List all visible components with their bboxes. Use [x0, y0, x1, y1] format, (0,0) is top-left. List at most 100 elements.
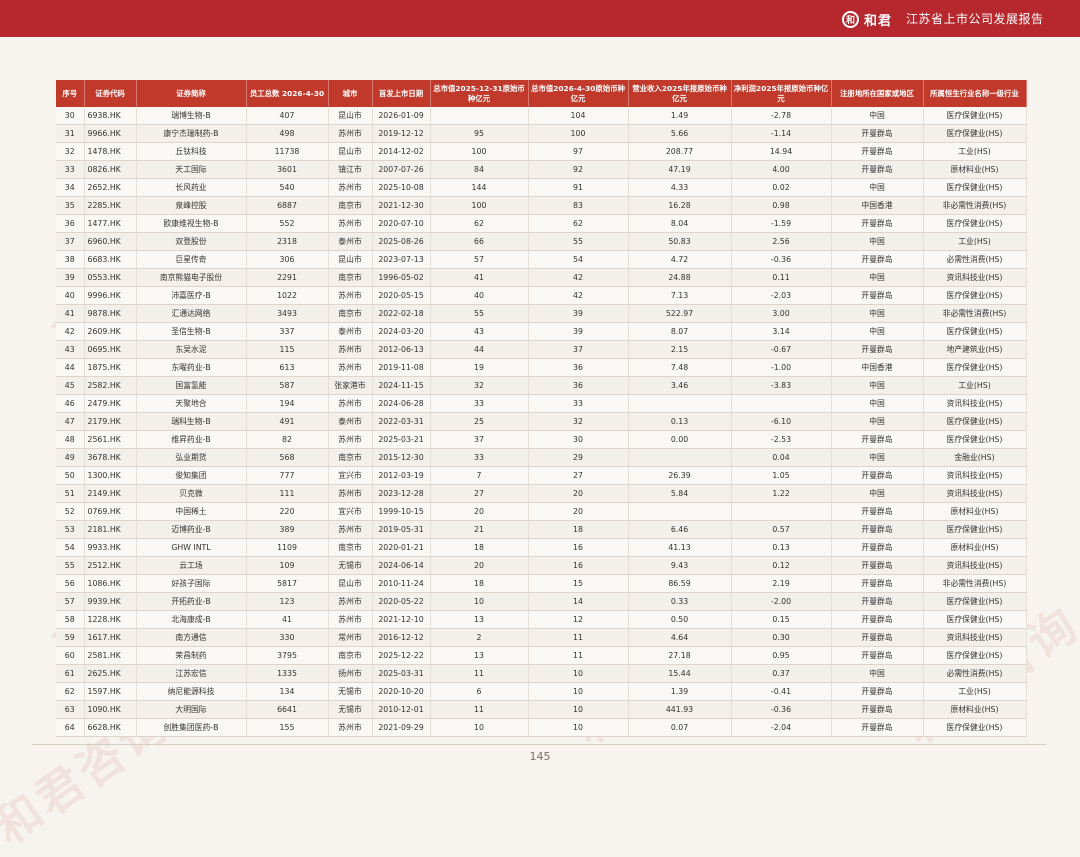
table-cell: 2025-10-08 — [372, 178, 431, 197]
table-cell: 97 — [528, 142, 629, 161]
table-cell: 11738 — [246, 142, 329, 161]
table-cell: 开曼群岛 — [831, 214, 924, 233]
table-row: 49 3678.HK 弘业期货 568 南京市 2015-12-30 33 29 0.04 中国金… — [56, 448, 1027, 467]
table-row: 32 1478.HK 丘钛科技 11738 昆山市 2014-12-02 100 97 208.… — [56, 142, 1027, 161]
table-cell: 144 — [430, 178, 529, 197]
table-cell: 33 — [56, 160, 85, 179]
table-cell: 61 — [56, 664, 85, 683]
table-cell: 2022-03-31 — [372, 412, 431, 431]
table-cell: 100 — [430, 196, 529, 215]
table-cell: 中国稀土 — [136, 502, 247, 521]
table-cell: 0.02 — [731, 178, 832, 197]
table-cell: 2022-02-18 — [372, 304, 431, 323]
table-cell: 6 — [430, 682, 529, 701]
table-cell: 2479.HK — [84, 394, 137, 413]
table-cell: 医疗保健业(HS) — [923, 592, 1027, 611]
table-cell: 昆山市 — [328, 250, 373, 269]
table-cell: 瑞科生物-B — [136, 412, 247, 431]
table-cell: 47.19 — [628, 160, 732, 179]
table-cell: 37 — [56, 232, 85, 251]
table-cell: 24.88 — [628, 268, 732, 287]
table-cell: 37 — [430, 430, 529, 449]
table-cell: 苏州市 — [328, 214, 373, 233]
table-cell: 43 — [56, 340, 85, 359]
table-row: 38 6683.HK 巨星传奇 306 昆山市 2023-07-13 57 54 4.72 -0.… — [56, 250, 1027, 269]
table-cell: 2021-12-30 — [372, 196, 431, 215]
table-cell: 俊知集团 — [136, 466, 247, 485]
table-cell: 5.84 — [628, 484, 732, 503]
table-cell: 100 — [430, 142, 529, 161]
table-cell: 389 — [246, 520, 329, 539]
table-cell: 522.97 — [628, 304, 732, 323]
table-cell: 11 — [528, 628, 629, 647]
table-cell: 60 — [56, 646, 85, 665]
table-cell: 2023-12-28 — [372, 484, 431, 503]
table-cell: 医疗保健业(HS) — [923, 520, 1027, 539]
table-row: 50 1300.HK 俊知集团 777 宜兴市 2012-03-19 7 27 26.39 1.0… — [56, 466, 1027, 485]
table-cell: 33 — [430, 448, 529, 467]
table-cell: 56 — [56, 574, 85, 593]
table-cell: -0.67 — [731, 340, 832, 359]
table-cell: 宜兴市 — [328, 502, 373, 521]
table-cell: 54 — [56, 538, 85, 557]
table-cell: 非必需性消费(HS) — [923, 304, 1027, 323]
table-cell: 双登股份 — [136, 232, 247, 251]
table-cell: 64 — [56, 718, 85, 737]
table-cell: 2582.HK — [84, 376, 137, 395]
table-cell: 苏州市 — [328, 610, 373, 629]
table-cell: 中国 — [831, 664, 924, 683]
table-row: 39 0553.HK 南京熊猫电子股份 2291 南京市 1996-05-02 41 42 24… — [56, 268, 1027, 287]
table-cell: 20 — [430, 556, 529, 575]
table-cell: 95 — [430, 124, 529, 143]
column-header: 总市值2026-4-30原始币种亿元 — [528, 80, 629, 107]
table-cell: 10 — [528, 700, 629, 719]
table-cell: 8.04 — [628, 214, 732, 233]
table-cell: 1086.HK — [84, 574, 137, 593]
table-cell: 10 — [528, 718, 629, 737]
table-cell: 54 — [528, 250, 629, 269]
table-cell: 开曼群岛 — [831, 538, 924, 557]
table-cell: 必需性消费(HS) — [923, 250, 1027, 269]
table-cell: 医疗保健业(HS) — [923, 412, 1027, 431]
table-cell: 123 — [246, 592, 329, 611]
table-cell: 16 — [528, 556, 629, 575]
table-cell: 2179.HK — [84, 412, 137, 431]
table-cell: 2007-07-26 — [372, 160, 431, 179]
table-cell: 50.83 — [628, 232, 732, 251]
table-cell: 55 — [56, 556, 85, 575]
table-cell: -2.03 — [731, 286, 832, 305]
table-cell: 南京市 — [328, 196, 373, 215]
table-cell: 工业(HS) — [923, 682, 1027, 701]
table-cell: 医疗保健业(HS) — [923, 322, 1027, 341]
table-cell: 2019-12-12 — [372, 124, 431, 143]
table-cell: 2019-11-08 — [372, 358, 431, 377]
table-cell: 1.39 — [628, 682, 732, 701]
table-cell: 337 — [246, 322, 329, 341]
company-table-container: 序号 证券代码 证券简称 员工总数 2026-4-30 城市 首发上市日期 总市值2025-… — [56, 80, 1027, 737]
header-bar: 和 和君 江苏省上市公司发展报告 — [0, 0, 1080, 37]
table-cell: 0553.HK — [84, 268, 137, 287]
table-cell: 2015-12-30 — [372, 448, 431, 467]
table-cell: 45 — [56, 376, 85, 395]
table-cell: 36 — [56, 214, 85, 233]
table-cell: 83 — [528, 196, 629, 215]
table-cell: 6887 — [246, 196, 329, 215]
table-cell: 3.00 — [731, 304, 832, 323]
table-cell: 1109 — [246, 538, 329, 557]
table-row: 40 9996.HK 沛嘉医疗-B 1022 苏州市 2020-05-15 40 42 7.13… — [56, 286, 1027, 305]
table-cell: 2025-03-21 — [372, 430, 431, 449]
company-table: 序号 证券代码 证券简称 员工总数 2026-4-30 城市 首发上市日期 总市值2025-… — [56, 80, 1027, 737]
table-cell — [430, 107, 529, 125]
table-cell: 2 — [430, 628, 529, 647]
table-cell: 11 — [430, 664, 529, 683]
table-cell: 地产建筑业(HS) — [923, 340, 1027, 359]
table-cell: 2581.HK — [84, 646, 137, 665]
table-cell: 2010-12-01 — [372, 700, 431, 719]
column-header: 所属恒生行业名称一级行业 — [923, 80, 1027, 107]
table-row: 56 1086.HK 好孩子国际 5817 昆山市 2010-11-24 18 15 86.59… — [56, 574, 1027, 593]
column-header: 总市值2025-12-31原始币种亿元 — [430, 80, 529, 107]
table-cell: 2291 — [246, 268, 329, 287]
table-cell: 4.33 — [628, 178, 732, 197]
table-row: 58 1228.HK 北海康成-B 41 苏州市 2021-12-10 13 12 0.50 0.… — [56, 610, 1027, 629]
table-row: 45 2582.HK 国富氢能 587 张家港市 2024-11-15 32 36 3.46 -3… — [56, 376, 1027, 395]
